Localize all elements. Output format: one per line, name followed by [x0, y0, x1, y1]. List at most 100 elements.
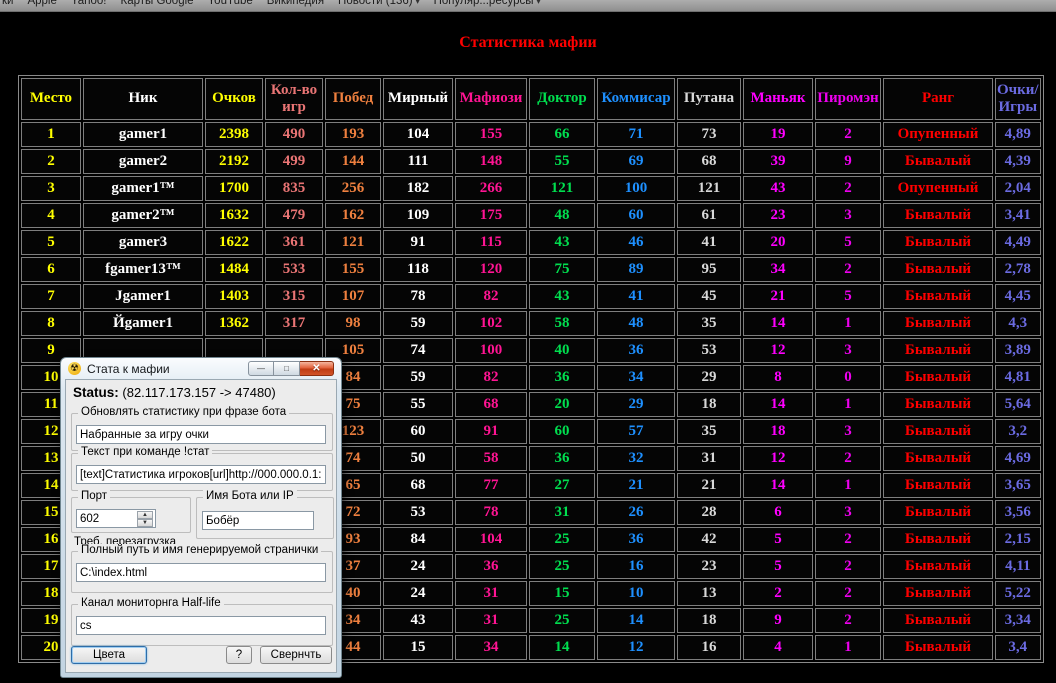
table-cell: Бывалый — [883, 581, 993, 606]
table-cell: 2 — [815, 527, 881, 552]
table-cell: 59 — [383, 365, 453, 390]
collapse-button[interactable]: Свернчть — [260, 646, 332, 664]
table-cell: 42 — [677, 527, 741, 552]
table-cell: 31 — [529, 500, 595, 525]
table-cell: 21 — [677, 473, 741, 498]
table-cell: 3,2 — [995, 419, 1041, 444]
table-cell: 256 — [325, 176, 381, 201]
bookmark-item[interactable]: Новости (136)▾ — [338, 0, 420, 7]
table-cell: 71 — [597, 122, 675, 147]
table-cell: gamer2 — [83, 149, 203, 174]
table-cell: 16 — [677, 635, 741, 660]
table-cell: 100 — [455, 338, 527, 363]
dialog-window[interactable]: ☢ Стата к мафии — □ ✕ Status: (82.117.17… — [60, 357, 342, 678]
table-cell: gamer2™ — [83, 203, 203, 228]
page-path-input[interactable] — [76, 563, 326, 582]
table-cell: 12 — [597, 635, 675, 660]
table-cell: 15 — [529, 581, 595, 606]
update-phrase-input[interactable] — [76, 425, 326, 444]
bot-name-label: Имя Бота или IP — [203, 490, 297, 502]
table-cell: Бывалый — [883, 527, 993, 552]
table-cell: 3 — [815, 338, 881, 363]
table-cell: 55 — [383, 392, 453, 417]
table-cell: 34 — [743, 257, 813, 282]
table-cell: 32 — [597, 446, 675, 471]
close-button[interactable]: ✕ — [300, 361, 334, 376]
table-cell: 18 — [677, 392, 741, 417]
table-cell: 14 — [597, 608, 675, 633]
table-cell: 4,81 — [995, 365, 1041, 390]
column-header: Ранг — [883, 78, 993, 120]
table-cell: 29 — [677, 365, 741, 390]
table-cell: 41 — [597, 284, 675, 309]
monitor-channel-input[interactable] — [76, 616, 326, 635]
table-row: 3gamer1™1700835256182266121100121432Опуп… — [21, 176, 1041, 201]
table-cell: 2 — [815, 581, 881, 606]
bookmark-item[interactable]: Apple — [27, 0, 56, 7]
bookmark-item[interactable]: Yahoo! — [71, 0, 107, 7]
minimize-button[interactable]: — — [248, 361, 274, 376]
table-cell: 104 — [455, 527, 527, 552]
stat-command-label: Текст при команде !стат — [78, 446, 212, 458]
dialog-title: Стата к мафии — [87, 362, 170, 376]
table-cell: 5 — [743, 554, 813, 579]
table-cell: 24 — [383, 554, 453, 579]
table-cell: 2,78 — [995, 257, 1041, 282]
help-button[interactable]: ? — [226, 646, 252, 664]
table-cell: 1622 — [205, 230, 263, 255]
table-cell: 69 — [597, 149, 675, 174]
table-cell: 1 — [815, 635, 881, 660]
maximize-button[interactable]: □ — [274, 361, 300, 376]
table-cell: 4,69 — [995, 446, 1041, 471]
bookmark-item[interactable]: ки — [2, 0, 13, 7]
status-label: Status: — [73, 385, 119, 400]
spin-up-button[interactable]: ▲ — [137, 511, 153, 519]
table-cell: 25 — [529, 527, 595, 552]
table-row: 7Jgamer114033151077882434145215Бывалый4,… — [21, 284, 1041, 309]
table-cell: 14 — [743, 392, 813, 417]
spin-down-button[interactable]: ▼ — [137, 519, 153, 527]
table-cell: 15 — [383, 635, 453, 660]
table-cell: 39 — [743, 149, 813, 174]
table-cell: 2 — [815, 608, 881, 633]
status-line: Status: (82.117.173.157 -> 47480) — [73, 385, 276, 400]
stat-command-input[interactable] — [76, 465, 326, 484]
port-label: Порт — [78, 490, 110, 502]
bookmark-item[interactable]: Википедия — [267, 0, 324, 7]
dialog-titlebar[interactable]: ☢ Стата к мафии — □ ✕ — [61, 358, 341, 379]
update-phrase-label: Обновлять статистику при фразе бота — [78, 406, 289, 418]
colors-button[interactable]: Цвета — [71, 646, 147, 664]
table-cell: gamer3 — [83, 230, 203, 255]
column-header: Очков — [205, 78, 263, 120]
window-controls: — □ ✕ — [248, 361, 334, 376]
table-cell: 35 — [677, 419, 741, 444]
table-cell: 2 — [815, 257, 881, 282]
table-cell: 4,3 — [995, 311, 1041, 336]
table-cell: 4,89 — [995, 122, 1041, 147]
table-cell: 120 — [455, 257, 527, 282]
table-cell: 25 — [529, 608, 595, 633]
bookmark-item[interactable]: Популяр...ресурсы▾ — [434, 0, 541, 7]
table-cell: 20 — [743, 230, 813, 255]
table-cell: Бывалый — [883, 608, 993, 633]
table-cell: 5 — [815, 230, 881, 255]
table-cell: Бывалый — [883, 500, 993, 525]
table-cell: 34 — [597, 365, 675, 390]
bookmark-item[interactable]: YouTube — [208, 0, 253, 7]
table-row: 2gamer22192499144111148556968399Бывалый4… — [21, 149, 1041, 174]
table-cell: 6 — [743, 500, 813, 525]
table-cell: 8 — [21, 311, 81, 336]
bot-name-input[interactable] — [202, 511, 314, 530]
table-cell: 12 — [743, 446, 813, 471]
radiation-icon: ☢ — [68, 362, 81, 375]
table-cell: 155 — [455, 122, 527, 147]
table-row: 8Йgamer113623179859102584835141Бывалый4,… — [21, 311, 1041, 336]
group-port: Порт ▲ ▼ — [71, 497, 191, 533]
table-cell: 4 — [743, 635, 813, 660]
column-header: Кол-во игр — [265, 78, 323, 120]
table-cell: 14 — [743, 311, 813, 336]
bookmark-item[interactable]: Карты Google — [121, 0, 194, 7]
table-cell: 315 — [265, 284, 323, 309]
table-cell: 31 — [455, 608, 527, 633]
table-cell: 102 — [455, 311, 527, 336]
